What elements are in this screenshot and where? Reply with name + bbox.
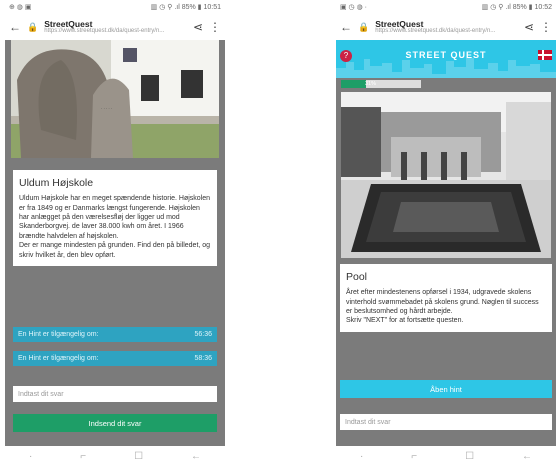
svg-text:· · · · ·: · · · · · — [101, 106, 112, 111]
hint-row-2[interactable]: En Hint er tilgængelig om: 58:36 — [13, 351, 217, 366]
dot-icon: · — [359, 450, 364, 462]
back-arrow-icon[interactable]: ← — [340, 20, 352, 34]
site-url: https://www.streetquest.dk/da/quest-entr… — [375, 28, 496, 35]
site-title: StreetQuest — [44, 19, 93, 29]
open-hint-button[interactable]: Åben hint — [340, 380, 552, 398]
share-icon[interactable]: ⋖ — [524, 20, 534, 34]
menu-icon[interactable]: ⋮ — [209, 20, 221, 34]
progress-fill: 31% — [341, 80, 376, 88]
hint-timer: 58:36 — [194, 355, 212, 362]
progress-bar: 31% — [341, 80, 421, 88]
quest-title: STREET QUEST — [405, 50, 487, 60]
url-text[interactable]: StreetQuest https://www.streetquest.dk/d… — [375, 20, 518, 35]
answer-input[interactable]: Indtast dit svar — [13, 386, 217, 402]
card-title: Uldum Højskole — [19, 177, 94, 189]
nav-back-icon[interactable]: ← — [522, 451, 532, 462]
danish-flag-icon[interactable] — [538, 50, 552, 60]
pool-photo — [341, 92, 551, 258]
quest-card: Uldum Højskole Uldum Højskole har en meg… — [13, 170, 217, 267]
status-bar: ▣ ◷ ◍ · ▥ ◷ ⚲ .ıl 85% ▮ 10:52 — [336, 0, 556, 14]
hint-label: En Hint er tilgængelig om: — [18, 331, 99, 338]
home-icon[interactable]: ☐ — [134, 451, 143, 462]
card-title: Pool — [346, 271, 368, 283]
status-icons-right: ▥ ◷ ⚲ .ıl 85% ▮ 10:51 — [150, 4, 221, 11]
card-body: Uldum Højskole har en meget spændende hi… — [19, 195, 211, 240]
memorial-stone-photo: · · · · · — [11, 40, 219, 158]
home-icon[interactable]: ☐ — [465, 451, 474, 462]
hint-label: En Hint er tilgængelig om: — [18, 355, 99, 362]
status-icons-left: ⊕ ◍ ▣ — [9, 4, 32, 11]
quest-card: Pool Året efter mindestenens opførsel i … — [340, 264, 552, 332]
share-icon[interactable]: ⋖ — [193, 20, 203, 34]
card-body: Året efter mindestenens opførsel i 1934,… — [346, 289, 539, 316]
dot-icon: · — [28, 450, 33, 462]
menu-icon[interactable]: ⋮ — [540, 20, 552, 34]
phone-left: ⊕ ◍ ▣ ▥ ◷ ⚲ .ıl 85% ▮ 10:51 ← 🔒 StreetQu… — [5, 0, 225, 466]
phone-right: ▣ ◷ ◍ · ▥ ◷ ⚲ .ıl 85% ▮ 10:52 ← 🔒 Street… — [336, 0, 556, 466]
card-body-instruction: Skriv "NEXT" for at fortsætte questen. — [346, 317, 464, 325]
browser-url-bar: ← 🔒 StreetQuest https://www.streetquest.… — [336, 14, 556, 40]
answer-input[interactable]: Indtast dit svar — [340, 414, 552, 430]
page-content: · · · · · Uldum Højskole Uldum Højskole … — [5, 40, 225, 446]
back-arrow-icon[interactable]: ← — [9, 20, 21, 34]
lock-icon: 🔒 — [27, 21, 39, 32]
status-icons-right: ▥ ◷ ⚲ .ıl 85% ▮ 10:52 — [481, 4, 552, 11]
hint-timer: 56:36 — [194, 331, 212, 338]
recent-apps-icon[interactable]: ⌐ — [411, 451, 417, 462]
url-text[interactable]: StreetQuest https://www.streetquest.dk/d… — [44, 20, 187, 35]
hint-row-1[interactable]: En Hint er tilgængelig om: 56:36 — [13, 327, 217, 342]
status-bar: ⊕ ◍ ▣ ▥ ◷ ⚲ .ıl 85% ▮ 10:51 — [5, 0, 225, 14]
submit-answer-button[interactable]: Indsend dit svar — [13, 414, 217, 432]
nav-back-icon[interactable]: ← — [191, 451, 201, 462]
recent-apps-icon[interactable]: ⌐ — [80, 451, 86, 462]
site-url: https://www.streetquest.dk/da/quest-entr… — [44, 28, 165, 35]
lock-icon: 🔒 — [358, 21, 370, 32]
card-body-question: Der er mange mindesten på grunden. Find … — [19, 242, 211, 259]
site-title: StreetQuest — [375, 19, 424, 29]
android-navbar: · ⌐ ☐ ← — [336, 446, 556, 466]
status-icons-left: ▣ ◷ ◍ · — [340, 4, 367, 11]
browser-url-bar: ← 🔒 StreetQuest https://www.streetquest.… — [5, 14, 225, 40]
android-navbar: · ⌐ ☐ ← — [5, 446, 225, 466]
quest-header: ? STREET QUEST — [336, 40, 556, 78]
